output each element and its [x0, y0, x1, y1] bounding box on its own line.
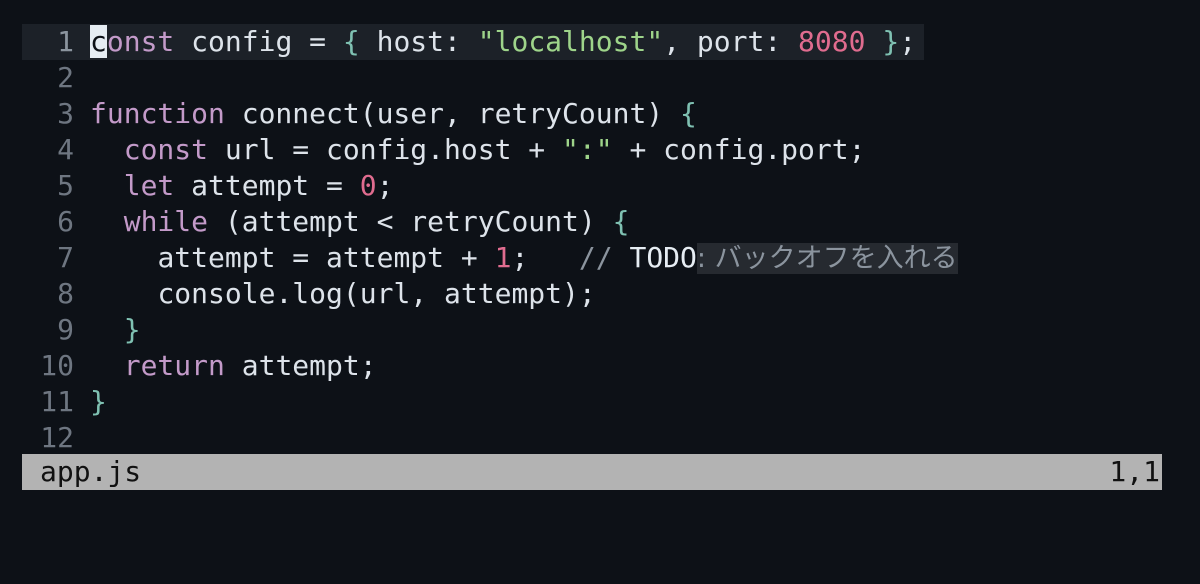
line-content[interactable]: while (attempt < retryCount) {: [90, 204, 630, 240]
code-editor[interactable]: 1 const config = { host: "localhost", po…: [22, 24, 1162, 456]
identifier: , port:: [663, 25, 799, 58]
brace: }: [882, 25, 900, 58]
line-content[interactable]: attempt = attempt + 1; // TODO: バックオフを入れ…: [90, 240, 958, 277]
line-number: 10: [40, 349, 74, 382]
code-line[interactable]: 4 const url = config.host + ":" + config…: [22, 132, 1162, 168]
code-line[interactable]: 10 return attempt;: [22, 348, 1162, 384]
code-line[interactable]: 2: [22, 60, 1162, 96]
keyword: onst: [106, 25, 175, 58]
line-content[interactable]: return attempt;: [90, 348, 377, 384]
line-content[interactable]: let attempt = 0;: [90, 168, 394, 204]
line-number: 4: [57, 133, 74, 166]
identifier: + config.port;: [612, 133, 866, 166]
code-line[interactable]: 3 function connect(user, retryCount) {: [22, 96, 1162, 132]
line-content[interactable]: }: [90, 384, 107, 420]
code-line[interactable]: 5 let attempt = 0;: [22, 168, 1162, 204]
brace: {: [342, 25, 360, 58]
code-line[interactable]: 9 }: [22, 312, 1162, 348]
cursor-position: 1,1: [1109, 455, 1160, 488]
code-line[interactable]: 8 console.log(url, attempt);: [22, 276, 1162, 312]
brace: }: [123, 313, 141, 346]
punctuation: ;: [376, 169, 394, 202]
keyword: let: [123, 169, 175, 202]
code-line[interactable]: 12: [22, 420, 1162, 456]
punctuation: ;: [511, 241, 579, 274]
string-literal: "localhost": [477, 25, 664, 58]
line-number: 6: [57, 205, 74, 238]
identifier: url = config.host +: [208, 133, 563, 166]
keyword: return: [123, 349, 225, 382]
brace: {: [680, 97, 697, 130]
line-number: 7: [57, 241, 74, 274]
line-number: 3: [57, 97, 74, 130]
punctuation: ;: [899, 25, 917, 58]
string-literal: ":": [562, 133, 613, 166]
identifier: (attempt < retryCount): [208, 205, 613, 238]
line-content[interactable]: }: [90, 312, 141, 348]
number-literal: 1: [494, 241, 512, 274]
status-line: app.js 1,1: [22, 454, 1162, 490]
line-number: 12: [40, 421, 74, 454]
number-literal: 8080: [798, 25, 866, 58]
line-content[interactable]: function connect(user, retryCount) {: [90, 96, 697, 132]
code-line[interactable]: 1 const config = { host: "localhost", po…: [22, 24, 1162, 60]
identifier: host:: [359, 25, 478, 58]
line-number: 8: [57, 277, 74, 310]
code-line[interactable]: 6 while (attempt < retryCount) {: [22, 204, 1162, 240]
keyword: const: [123, 133, 209, 166]
identifier: attempt =: [174, 169, 360, 202]
line-number: 5: [57, 169, 74, 202]
identifier: attempt;: [224, 349, 377, 382]
line-number: 9: [57, 313, 74, 346]
line-number: 11: [40, 385, 74, 418]
identifier: console.log(url, attempt);: [157, 277, 596, 310]
line-content[interactable]: const url = config.host + ":" + config.p…: [90, 132, 866, 168]
file-name: app.js: [40, 455, 142, 488]
code-line[interactable]: 11 }: [22, 384, 1162, 420]
number-literal: 0: [359, 169, 377, 202]
line-content[interactable]: console.log(url, attempt);: [90, 276, 596, 312]
keyword: function: [90, 97, 225, 130]
code-line[interactable]: 7 attempt = attempt + 1; // TODO: バックオフを…: [22, 240, 1162, 276]
identifier: config =: [174, 25, 343, 58]
brace: {: [612, 205, 630, 238]
text-cursor: c: [90, 25, 107, 58]
brace: }: [90, 385, 107, 418]
virtual-text-hint: : バックオフを入れる: [696, 243, 958, 274]
line-number: 2: [57, 61, 74, 94]
todo-marker: TODO: [629, 241, 697, 274]
keyword: while: [123, 205, 209, 238]
identifier: connect(user, retryCount): [224, 97, 681, 130]
comment: //: [578, 241, 630, 274]
line-content[interactable]: const config = { host: "localhost", port…: [90, 24, 916, 60]
identifier: attempt = attempt +: [157, 241, 495, 274]
line-number: 1: [57, 25, 74, 58]
